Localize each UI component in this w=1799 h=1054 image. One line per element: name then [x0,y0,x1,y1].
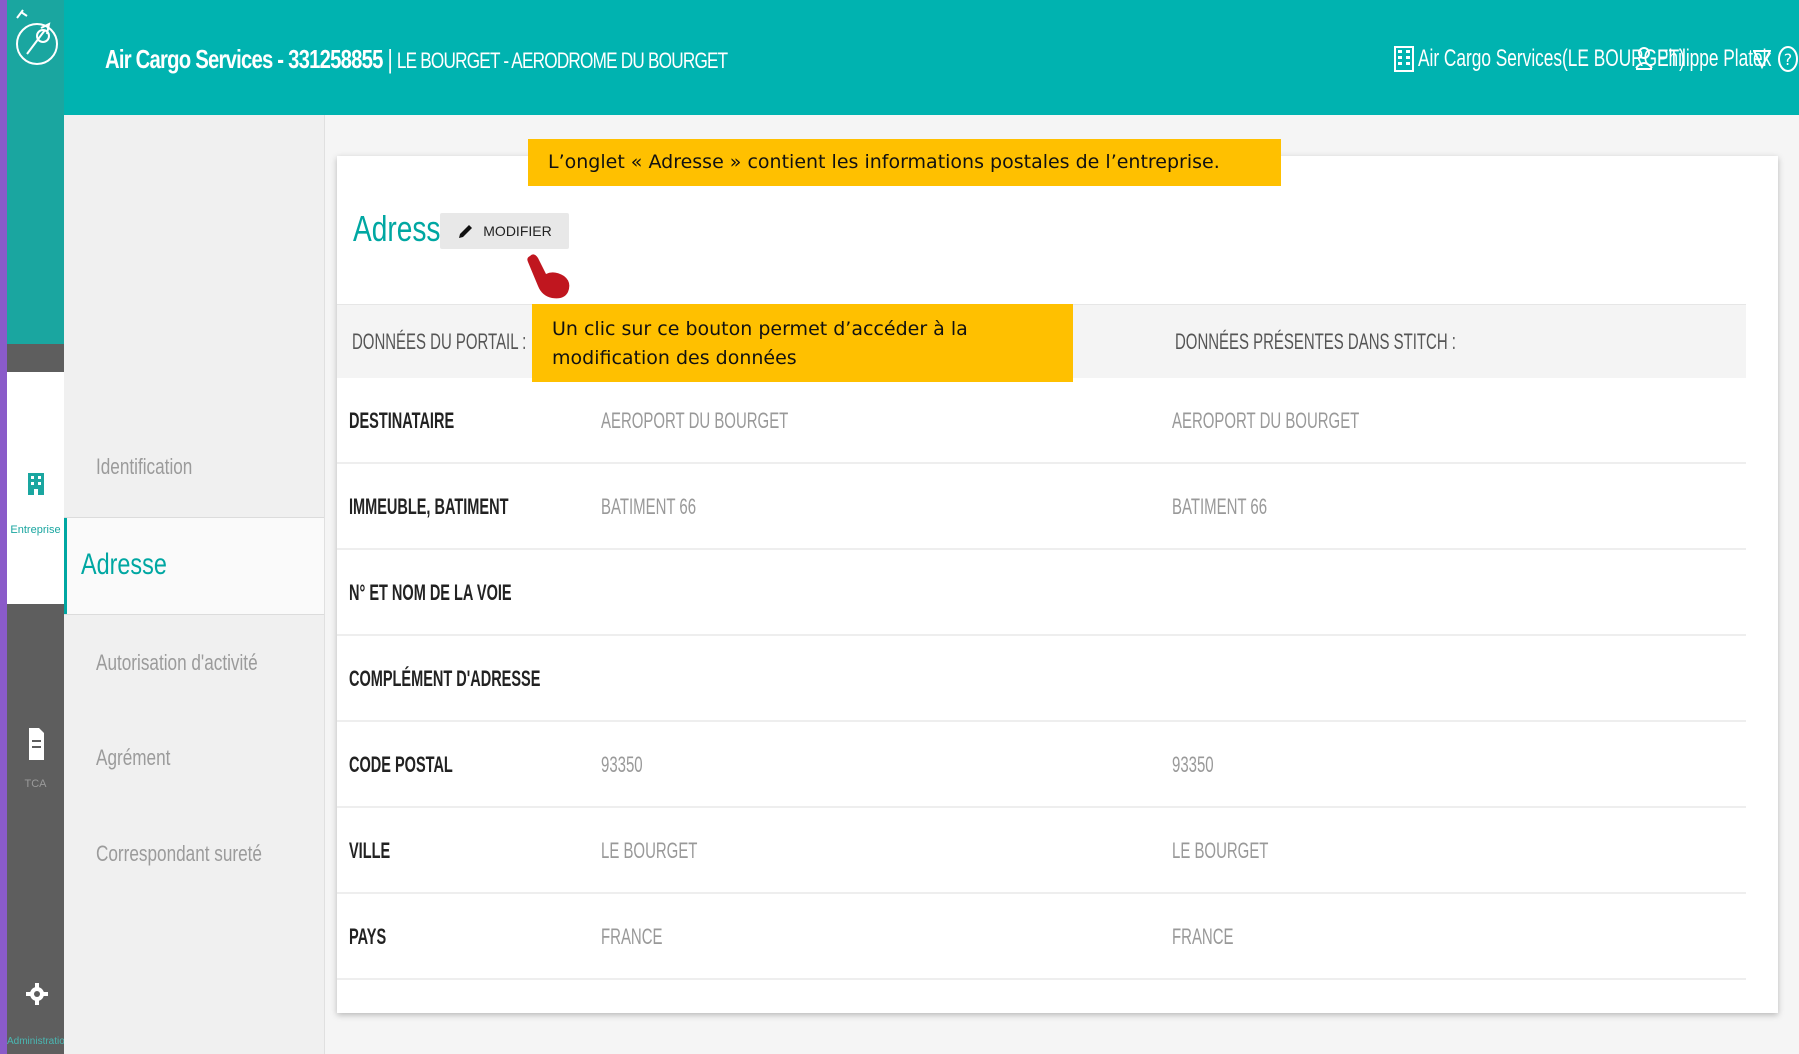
stitch-value: 93350 [1172,752,1214,777]
tab-correspondant-surete[interactable]: Correspondant sureté [64,841,324,867]
portal-value: 93350 [601,752,643,777]
table-row: IMMEUBLE, BATIMENT BATIMENT 66 BATIMENT … [337,464,1746,550]
table-row: DESTINATAIRE AEROPORT DU BOURGET AEROPOR… [337,378,1746,464]
svg-text:?: ? [1784,50,1793,69]
tab-autorisation-activite[interactable]: Autorisation d'activité [64,650,324,676]
stitch-value: BATIMENT 66 [1172,494,1268,519]
modify-button[interactable]: MODIFIER [440,213,569,249]
rail-item-entreprise[interactable]: Entreprise [7,372,64,604]
field-label: COMPLÉMENT D'ADRESSE [349,666,541,691]
column-header-stitch: DONNÉES PRÉSENTES DANS STITCH : [1175,329,1456,354]
tab-agrement[interactable]: Agrément [64,745,324,771]
gear-icon [26,983,48,1005]
rail-gap [7,344,64,372]
building-icon [1394,46,1414,72]
org-selector[interactable]: Air Cargo Services(LE BOURGET) [1418,45,1685,73]
location-name: LE BOURGET - AERODROME DU BOURGET [396,48,728,73]
help-icon[interactable]: ? [1777,45,1799,73]
nav-divider [64,614,324,615]
field-label: DESTINATAIRE [349,408,455,433]
logo-icon [16,9,58,65]
app-rail: Entreprise TCA Administration [7,0,71,1054]
portal-value: AEROPORT DU BOURGET [601,408,789,433]
table-row: VILLE LE BOURGET LE BOURGET [337,808,1746,894]
rail-logo-area [7,0,64,344]
portal-value: FRANCE [601,924,663,949]
stitch-value: LE BOURGET [1172,838,1269,863]
rail-label-administration: Administration [7,1036,71,1047]
rail-label-entreprise: Entreprise [10,524,61,536]
title-separator: | [387,44,392,74]
table-row: PAYS FRANCE FRANCE [337,894,1746,980]
window-edge [0,0,7,1054]
section-nav: Identification Adresse Autorisation d'ac… [64,115,325,1054]
field-label: PAYS [349,924,387,949]
field-label: VILLE [349,838,391,863]
company-name: Air Cargo Services - 331258855 [105,44,383,74]
user-menu[interactable]: Philippe Platek [1657,45,1771,73]
document-icon [29,728,44,760]
rail-label-tca: TCA [24,778,47,790]
annotation-button-info: Un clic sur ce bouton permet d’accéder à… [532,304,1073,382]
annotation-tab-info: L’onglet « Adresse » contient les inform… [528,139,1281,186]
table-row: COMPLÉMENT D'ADRESSE [337,636,1746,722]
field-label: CODE POSTAL [349,752,453,777]
table-row: N° ET NOM DE LA VOIE [337,550,1746,636]
stitch-value: FRANCE [1172,924,1234,949]
field-label: N° ET NOM DE LA VOIE [349,580,512,605]
modify-button-label: MODIFIER [483,223,552,239]
column-header-portal: DONNÉES DU PORTAIL : [352,329,527,354]
tab-adresse[interactable]: Adresse [64,518,324,614]
field-label: IMMEUBLE, BATIMENT [349,494,509,519]
top-header: Air Cargo Services - 331258855 | LE BOUR… [64,0,1799,115]
building-icon [28,473,44,495]
page-title: Air Cargo Services - 331258855 | LE BOUR… [105,44,728,75]
table-row: CODE POSTAL 93350 93350 [337,722,1746,808]
pointer-hand-icon [527,254,570,299]
portal-value: BATIMENT 66 [601,494,697,519]
tab-identification[interactable]: Identification [64,454,324,480]
pencil-icon [459,225,473,238]
portal-value: LE BOURGET [601,838,698,863]
header-actions: Air Cargo Services(LE BOURGET) Philippe … [1394,42,1799,76]
stitch-value: AEROPORT DU BOURGET [1172,408,1360,433]
